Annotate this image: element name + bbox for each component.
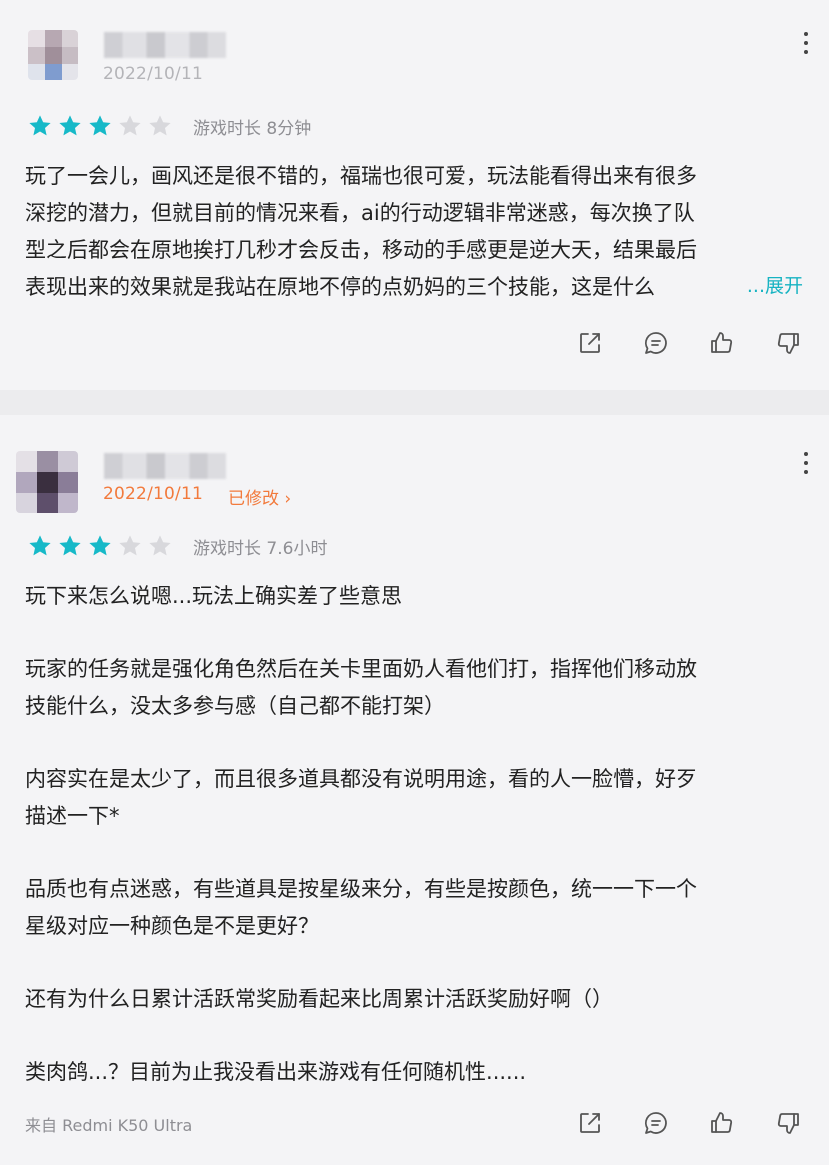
review-actions bbox=[577, 330, 801, 356]
review-paragraph: 玩家的任务就是强化角色然后在关卡里面奶人看他们打，指挥他们移动放 bbox=[25, 657, 697, 681]
playtime: 游戏时长 8分钟 bbox=[193, 118, 312, 139]
device-source: 来自 Redmi K50 Ultra bbox=[25, 1116, 193, 1135]
review-date: 2022/10/11 bbox=[103, 64, 203, 84]
star-icon bbox=[29, 115, 51, 136]
more-icon[interactable] bbox=[803, 32, 809, 54]
star-icon bbox=[29, 535, 51, 556]
username[interactable] bbox=[104, 32, 226, 58]
rating: 游戏时长 7.6小时 bbox=[27, 532, 327, 560]
avatar[interactable] bbox=[28, 30, 78, 80]
expand-link[interactable]: ...展开 bbox=[724, 271, 803, 298]
review-paragraph: 玩下来怎么说嗯...玩法上确实差了些意思 bbox=[25, 584, 403, 608]
review-card: 2022/10/11 已修改 › 游戏时长 7.6小时 玩下来怎么说嗯...玩法… bbox=[0, 415, 829, 1165]
review-paragraph: 描述一下* bbox=[25, 804, 120, 828]
star-icon bbox=[59, 535, 81, 556]
star-icon bbox=[89, 535, 111, 556]
review-card: 2022/10/11 游戏时长 8分钟 玩了一会儿，画风还是很不错的，福瑞也很可… bbox=[0, 0, 829, 390]
review-actions bbox=[577, 1110, 801, 1136]
review-date: 2022/10/11 bbox=[103, 484, 203, 504]
review-line: 表现出来的效果就是我站在原地不停的点奶妈的三个技能，这是什么 bbox=[25, 275, 655, 299]
comment-icon[interactable] bbox=[643, 1110, 669, 1136]
review-paragraph: 星级对应一种颜色是不是更好？ bbox=[25, 914, 319, 938]
review-paragraph: 类肉鸽...？目前为止我没看出来游戏有任何随机性...... bbox=[25, 1060, 527, 1084]
star-icon bbox=[149, 535, 171, 556]
star-icon bbox=[119, 115, 141, 136]
comment-icon[interactable] bbox=[643, 330, 669, 356]
star-icon bbox=[149, 115, 171, 136]
review-paragraph: 内容实在是太少了，而且很多道具都没有说明用途，看的人一脸懵，好歹 bbox=[25, 767, 697, 791]
username[interactable] bbox=[104, 453, 226, 479]
avatar[interactable] bbox=[16, 451, 78, 513]
edited-link[interactable]: 已修改 › bbox=[228, 484, 291, 509]
playtime: 游戏时长 7.6小时 bbox=[193, 538, 328, 559]
review-text[interactable]: 玩了一会儿，画风还是很不错的，福瑞也很可爱，玩法能看得出来有很多 深挖的潜力，但… bbox=[25, 158, 805, 306]
thumbs-up-icon[interactable] bbox=[709, 1110, 735, 1136]
review-line: 深挖的潜力，但就目前的情况来看，ai的行动逻辑非常迷惑，每次换了队 bbox=[25, 201, 695, 225]
review-text: 玩下来怎么说嗯...玩法上确实差了些意思 玩家的任务就是强化角色然后在关卡里面奶… bbox=[25, 578, 805, 1091]
rating: 游戏时长 8分钟 bbox=[27, 112, 311, 140]
star-icon bbox=[89, 115, 111, 136]
thumbs-down-icon[interactable] bbox=[775, 330, 801, 356]
more-icon[interactable] bbox=[803, 452, 809, 474]
star-icon bbox=[59, 115, 81, 136]
review-line: 型之后都会在原地挨打几秒才会反击，移动的手感更是逆大天，结果最后 bbox=[25, 238, 697, 262]
star-icon bbox=[119, 535, 141, 556]
thumbs-up-icon[interactable] bbox=[709, 330, 735, 356]
review-paragraph: 还有为什么日累计活跃常奖励看起来比周累计活跃奖励好啊（） bbox=[25, 987, 613, 1011]
thumbs-down-icon[interactable] bbox=[775, 1110, 801, 1136]
review-paragraph: 技能什么，没太多参与感（自己都不能打架） bbox=[25, 694, 445, 718]
share-icon[interactable] bbox=[577, 330, 603, 356]
share-icon[interactable] bbox=[577, 1110, 603, 1136]
review-paragraph: 品质也有点迷惑，有些道具是按星级来分，有些是按颜色，统一一下一个 bbox=[25, 877, 697, 901]
review-line: 玩了一会儿，画风还是很不错的，福瑞也很可爱，玩法能看得出来有很多 bbox=[25, 164, 697, 188]
